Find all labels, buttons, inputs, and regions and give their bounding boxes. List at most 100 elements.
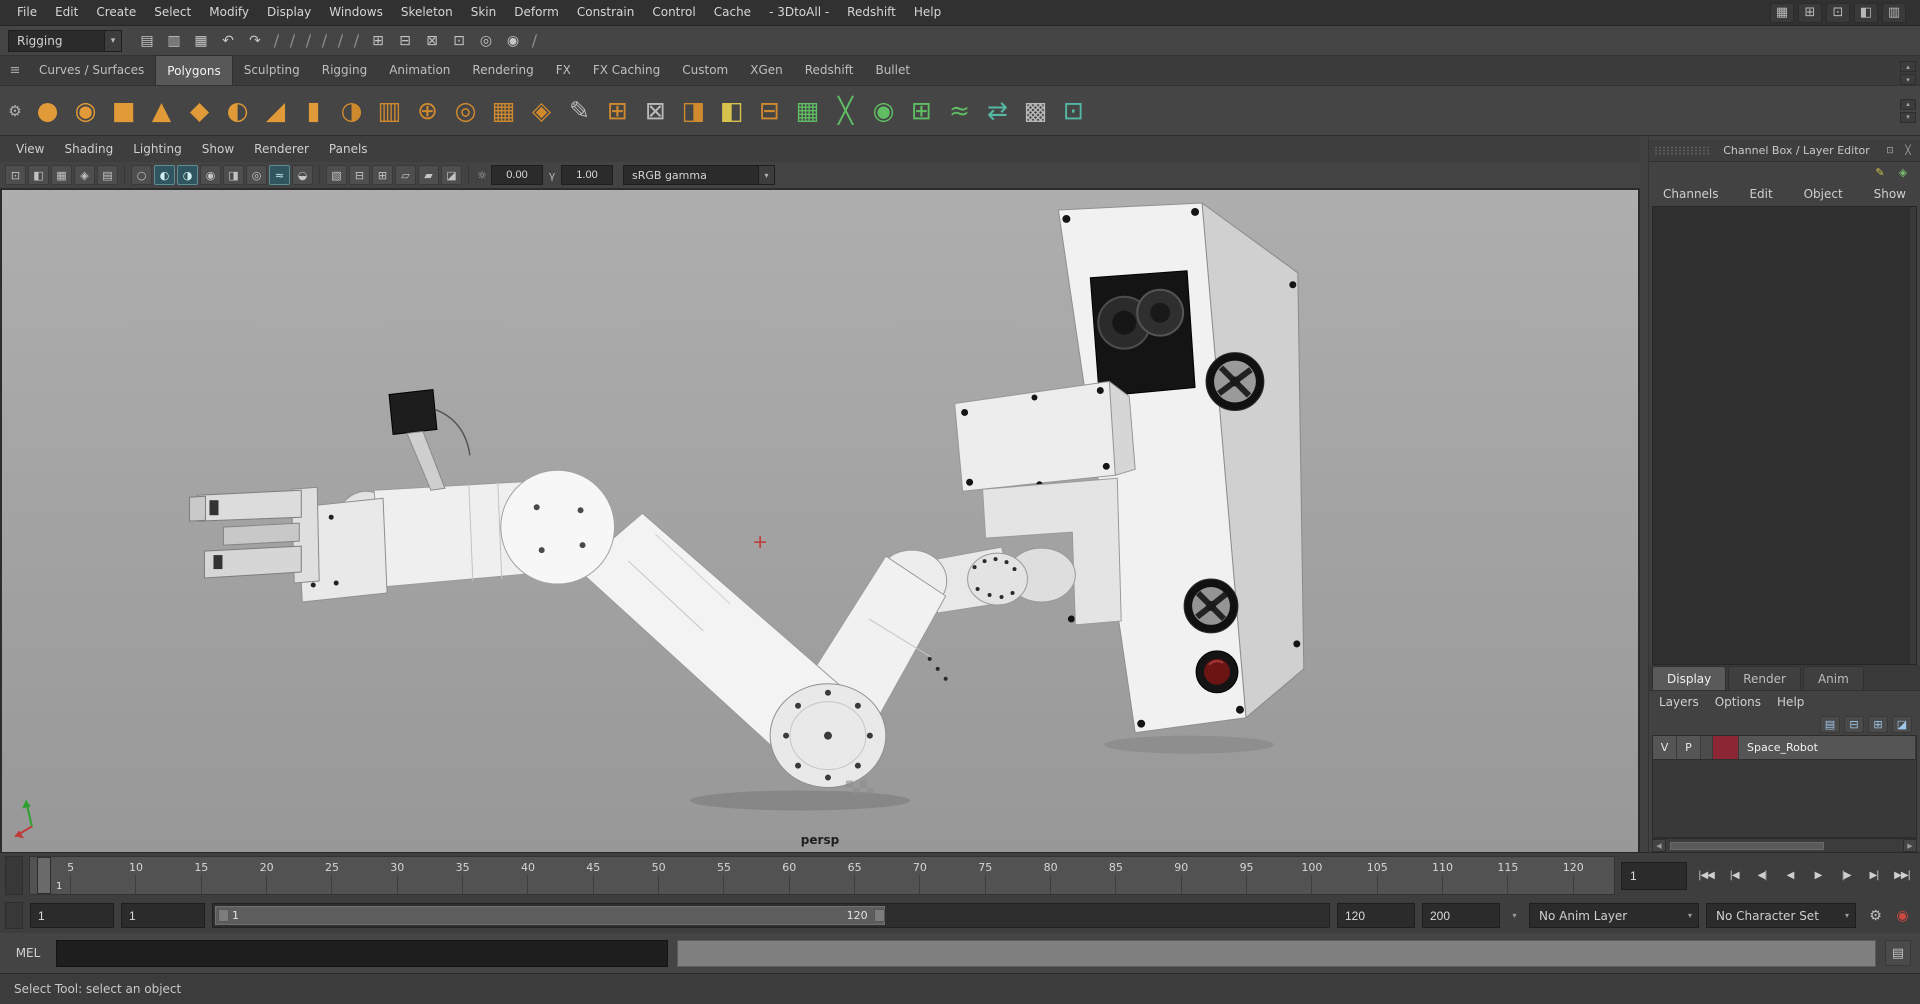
step-forward-frame-button[interactable]: ▶| bbox=[1861, 862, 1887, 890]
chevron-down-icon[interactable]: ▾ bbox=[1839, 911, 1855, 920]
playback-end-field[interactable] bbox=[1337, 903, 1415, 928]
character-set-dropdown[interactable]: No Character Set ▾ bbox=[1706, 903, 1856, 928]
exposure-field[interactable] bbox=[491, 165, 543, 185]
isolate-select-icon[interactable]: ⊟ bbox=[349, 165, 370, 185]
resolution-gate-icon[interactable]: ▰ bbox=[418, 165, 439, 185]
paint-effects-icon[interactable]: ✎ bbox=[1871, 164, 1889, 180]
play-forward-button[interactable]: ▶ bbox=[1805, 862, 1831, 890]
shelf-tab[interactable]: Curves / Surfaces bbox=[28, 55, 155, 85]
layer-editor-menu-item[interactable]: Help bbox=[1777, 695, 1804, 709]
xray-icon[interactable]: ▧ bbox=[326, 165, 347, 185]
combine-icon[interactable]: ⊕ bbox=[409, 91, 446, 131]
poly-sphere-icon[interactable]: ● bbox=[29, 91, 66, 131]
command-language-label[interactable]: MEL bbox=[9, 946, 47, 960]
menu-item[interactable]: Control bbox=[643, 0, 704, 25]
poly-half-sphere-icon[interactable]: ◐ bbox=[219, 91, 256, 131]
shelf-tab[interactable]: Sculpting bbox=[233, 55, 311, 85]
antialias-icon[interactable]: ≈ bbox=[269, 165, 290, 185]
gamma-icon[interactable]: γ bbox=[545, 169, 559, 182]
single-pane-icon[interactable]: ⊡ bbox=[1826, 2, 1850, 23]
play-backward-button[interactable]: ◀ bbox=[1777, 862, 1803, 890]
shelf-tab[interactable]: Rendering bbox=[461, 55, 544, 85]
layer-name[interactable]: Space_Robot bbox=[1739, 736, 1916, 759]
menu-item[interactable]: Display bbox=[258, 0, 320, 25]
open-scene-icon[interactable]: ▥ bbox=[162, 29, 186, 53]
lock-camera-icon[interactable]: ◧ bbox=[28, 165, 49, 185]
layer-color-swatch[interactable] bbox=[1713, 736, 1739, 759]
grid-toggle-icon[interactable]: ⊞ bbox=[372, 165, 393, 185]
menu-item[interactable]: Modify bbox=[200, 0, 258, 25]
poly-pyramid-icon[interactable]: ◢ bbox=[257, 91, 294, 131]
shelf-tab[interactable]: FX bbox=[545, 55, 582, 85]
redo-icon[interactable]: ↷ bbox=[243, 29, 267, 53]
menu-set-dropdown[interactable]: Rigging ▾ bbox=[8, 29, 122, 52]
booleans-icon[interactable]: ◎ bbox=[447, 91, 484, 131]
menu-item[interactable]: - 3DtoAll - bbox=[760, 0, 838, 25]
group-separator[interactable]: ∕ bbox=[270, 29, 283, 53]
extrude-icon[interactable]: ⊞ bbox=[599, 91, 636, 131]
scroll-up-icon[interactable]: ▴ bbox=[1900, 61, 1916, 72]
menu-item[interactable]: Skin bbox=[462, 0, 506, 25]
snap-curve-icon[interactable]: ⊟ bbox=[393, 29, 417, 53]
layer-visible-toggle[interactable]: V bbox=[1653, 736, 1677, 759]
shelf-tab[interactable]: Bullet bbox=[864, 55, 921, 85]
group-separator[interactable]: ∕ bbox=[334, 29, 347, 53]
poly-plane-icon[interactable]: ◆ bbox=[181, 91, 218, 131]
snap-grid-icon[interactable]: ⊞ bbox=[366, 29, 390, 53]
menu-item[interactable]: File bbox=[8, 0, 46, 25]
horizontal-scrollbar[interactable]: ◀ ▶ bbox=[1652, 838, 1917, 852]
shelf-tab[interactable]: Animation bbox=[378, 55, 461, 85]
quad-draw-icon[interactable]: ▦ bbox=[789, 91, 826, 131]
playback-range-bar[interactable]: 1 120 bbox=[215, 906, 885, 925]
shelf-tab[interactable]: FX Caching bbox=[582, 55, 671, 85]
panel-grip[interactable] bbox=[1654, 145, 1710, 156]
auto-keyframe-icon[interactable]: ◉ bbox=[1890, 903, 1915, 928]
snap-point-icon[interactable]: ⊠ bbox=[420, 29, 444, 53]
image-plane-icon[interactable]: ▤ bbox=[97, 165, 118, 185]
viewport-3d[interactable]: persp bbox=[0, 190, 1640, 852]
step-back-key-button[interactable]: ◀| bbox=[1749, 862, 1775, 890]
sidebar-toggle-icon[interactable]: ▥ bbox=[1882, 2, 1906, 23]
ipr-render-icon[interactable]: ⊡ bbox=[447, 29, 471, 53]
sphere-uv-project-icon[interactable]: ◑ bbox=[333, 91, 370, 131]
menu-item[interactable]: Help bbox=[905, 0, 950, 25]
group-separator[interactable]: ∕ bbox=[302, 29, 315, 53]
shelf-gear-icon[interactable]: ⚙ bbox=[2, 91, 28, 131]
undo-icon[interactable]: ↶ bbox=[216, 29, 240, 53]
symmetry-icon[interactable]: ⇄ bbox=[979, 91, 1016, 131]
bookmark-icon[interactable]: ◈ bbox=[74, 165, 95, 185]
go-to-end-button[interactable]: ▶▶| bbox=[1889, 862, 1915, 890]
time-slider[interactable]: 1 5 10 15 20 25 30 35 40 45 50 55 60 65 70 75 80 85 90 95 1… bbox=[29, 856, 1615, 895]
layer-editor-tab[interactable]: Display bbox=[1652, 666, 1727, 690]
range-start-handle[interactable] bbox=[218, 909, 229, 922]
current-frame-field[interactable] bbox=[1621, 861, 1687, 890]
shelf-tab[interactable]: Rigging bbox=[311, 55, 378, 85]
shelf-tab[interactable]: XGen bbox=[739, 55, 794, 85]
render-current-icon[interactable]: ◉ bbox=[501, 29, 525, 53]
menu-item[interactable]: Create bbox=[87, 0, 145, 25]
input-output-icon[interactable]: ◈ bbox=[1894, 164, 1912, 180]
render-view-icon[interactable]: ◎ bbox=[474, 29, 498, 53]
animation-preferences-icon[interactable]: ⚙ bbox=[1863, 903, 1888, 928]
shelf-tab[interactable]: Custom bbox=[671, 55, 739, 85]
save-scene-icon[interactable]: ▦ bbox=[189, 29, 213, 53]
select-camera-icon[interactable]: ⊡ bbox=[5, 165, 26, 185]
range-slider[interactable]: 1 120 bbox=[212, 903, 1330, 928]
layer-playback-toggle[interactable]: P bbox=[1677, 736, 1701, 759]
poly-cone-icon[interactable]: ▲ bbox=[143, 91, 180, 131]
panel-menu-item[interactable]: Show bbox=[192, 136, 244, 162]
scrollbar-thumb[interactable] bbox=[1670, 841, 1824, 850]
poly-cylinder-icon[interactable]: ▮ bbox=[295, 91, 332, 131]
menu-item[interactable]: Constrain bbox=[568, 0, 644, 25]
scroll-right-icon[interactable]: ▶ bbox=[1903, 839, 1917, 852]
animation-end-field[interactable] bbox=[1422, 903, 1500, 928]
shelf-tab[interactable]: Redshift bbox=[794, 55, 865, 85]
layer-list[interactable]: V P Space_Robot bbox=[1652, 735, 1917, 838]
go-to-start-button[interactable]: |◀◀ bbox=[1693, 862, 1719, 890]
camera-attributes-icon[interactable]: ▦ bbox=[51, 165, 72, 185]
crease-set-icon[interactable]: ≈ bbox=[941, 91, 978, 131]
use-lights-icon[interactable]: ◉ bbox=[200, 165, 221, 185]
vertical-scrollbar[interactable] bbox=[1909, 207, 1916, 664]
multi-component-icon[interactable]: ⊠ bbox=[637, 91, 674, 131]
separate-icon[interactable]: ⊟ bbox=[751, 91, 788, 131]
